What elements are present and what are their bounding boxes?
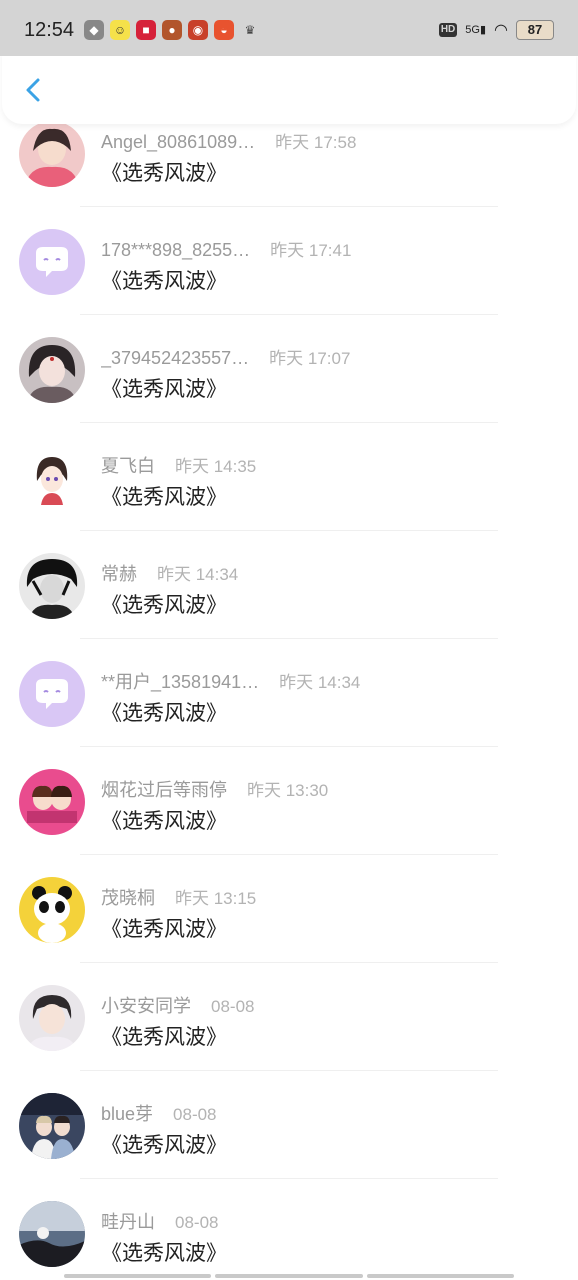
app-notification-icon: ■ xyxy=(136,20,156,40)
list-item[interactable]: 畦丹山 08-08 《选秀风波》 xyxy=(0,1180,578,1280)
comment-text: 《选秀风波》 xyxy=(101,1026,227,1049)
comment-text: 《选秀风波》 xyxy=(101,918,227,941)
avatar[interactable] xyxy=(19,229,85,295)
user-name[interactable]: 畦丹山 xyxy=(101,1208,155,1234)
comment-text: 《选秀风波》 xyxy=(101,270,227,293)
comment-time: 08-08 xyxy=(175,1213,219,1232)
wifi-icon: ◠ xyxy=(494,22,508,39)
home-indicator-segment xyxy=(64,1274,212,1278)
comment-text: 《选秀风波》 xyxy=(101,1134,227,1157)
home-indicator[interactable] xyxy=(64,1274,514,1278)
user-name[interactable]: 178***898_8255… xyxy=(101,240,250,261)
divider xyxy=(80,1070,498,1071)
user-name[interactable]: _379452423557… xyxy=(101,348,249,369)
user-name[interactable]: **用户_13581941… xyxy=(101,668,259,694)
user-name[interactable]: 夏飞白 xyxy=(101,452,155,478)
app-notification-icon: ◆ xyxy=(84,20,104,40)
avatar[interactable] xyxy=(19,124,85,187)
app-notification-icon: ☺ xyxy=(110,20,130,40)
comment-time: 昨天 14:35 xyxy=(175,457,257,476)
comment-text: 《选秀风波》 xyxy=(101,162,227,185)
comment-time: 昨天 13:30 xyxy=(247,781,329,800)
user-name[interactable]: 小安安同学 xyxy=(101,992,191,1018)
crown-icon: ♛ xyxy=(244,23,256,37)
app-notification-icon: ◒ xyxy=(214,20,234,40)
avatar[interactable] xyxy=(19,445,85,511)
list-item[interactable]: 178***898_8255… 昨天 17:41 《选秀风波》 xyxy=(0,208,578,316)
comment-text: 《选秀风波》 xyxy=(101,1242,227,1265)
list-item[interactable]: 小安安同学 08-08 《选秀风波》 xyxy=(0,964,578,1072)
list-item[interactable]: _379452423557… 昨天 17:07 《选秀风波》 xyxy=(0,316,578,424)
divider xyxy=(80,314,498,315)
divider xyxy=(80,530,498,531)
home-indicator-segment xyxy=(215,1274,363,1278)
list-item[interactable]: 常赫 昨天 14:34 《选秀风波》 xyxy=(0,532,578,640)
avatar[interactable] xyxy=(19,1093,85,1159)
back-button[interactable] xyxy=(20,76,48,104)
notification-icons: ◆ ☺ ■ ● ◉ ◒ ♛ xyxy=(84,20,260,40)
top-bar xyxy=(2,52,576,124)
comment-time: 08-08 xyxy=(211,997,255,1016)
comment-text: 《选秀风波》 xyxy=(101,810,227,833)
avatar[interactable] xyxy=(19,985,85,1051)
user-name[interactable]: Angel_80861089… xyxy=(101,132,255,153)
comment-time: 昨天 14:34 xyxy=(279,673,361,692)
divider xyxy=(80,206,498,207)
signal-icon: 5G▮ xyxy=(465,24,487,36)
battery-level: 87 xyxy=(527,22,543,37)
divider xyxy=(80,422,498,423)
hd-icon: HD xyxy=(438,23,458,37)
avatar[interactable] xyxy=(19,769,85,835)
user-name[interactable]: 烟花过后等雨停 xyxy=(101,776,227,802)
user-name[interactable]: 茂晓桐 xyxy=(101,884,155,910)
comment-time: 08-08 xyxy=(173,1105,217,1124)
comment-text: 《选秀风波》 xyxy=(101,378,227,401)
comment-text: 《选秀风波》 xyxy=(101,594,227,617)
user-name[interactable]: 常赫 xyxy=(101,560,137,586)
chevron-left-icon xyxy=(26,78,40,102)
divider xyxy=(80,746,498,747)
network-type: 5G xyxy=(465,24,480,36)
list-item[interactable]: 茂晓桐 昨天 13:15 《选秀风波》 xyxy=(0,856,578,964)
list-item[interactable]: 夏飞白 昨天 14:35 《选秀风波》 xyxy=(0,424,578,532)
avatar[interactable] xyxy=(19,661,85,727)
list-item[interactable]: 烟花过后等雨停 昨天 13:30 《选秀风波》 xyxy=(0,748,578,856)
battery-icon: 87 xyxy=(516,20,554,40)
comment-list[interactable]: Angel_80861089… 昨天 17:58 《选秀风波》 178***89… xyxy=(0,124,578,1280)
avatar[interactable] xyxy=(19,553,85,619)
avatar[interactable] xyxy=(19,877,85,943)
divider xyxy=(80,854,498,855)
list-item[interactable]: **用户_13581941… 昨天 14:34 《选秀风波》 xyxy=(0,640,578,748)
avatar[interactable] xyxy=(19,1201,85,1267)
comment-time: 昨天 17:41 xyxy=(270,241,352,260)
app-notification-icon: ● xyxy=(162,20,182,40)
status-bar: 12:54 ◆ ☺ ■ ● ◉ ◒ ♛ HD 5G▮ ◠ 87 xyxy=(0,0,578,56)
comment-text: 《选秀风波》 xyxy=(101,702,227,725)
divider xyxy=(80,638,498,639)
status-time: 12:54 xyxy=(24,19,75,41)
app-notification-icon: ◉ xyxy=(188,20,208,40)
comment-text: 《选秀风波》 xyxy=(101,486,227,509)
home-indicator-segment xyxy=(366,1274,514,1278)
divider xyxy=(80,1178,498,1179)
comment-time: 昨天 17:58 xyxy=(275,133,357,152)
list-item[interactable]: Angel_80861089… 昨天 17:58 《选秀风波》 xyxy=(0,124,578,208)
comment-time: 昨天 14:34 xyxy=(157,565,239,584)
avatar[interactable] xyxy=(19,337,85,403)
user-name[interactable]: blue芽 xyxy=(101,1100,153,1126)
divider xyxy=(80,962,498,963)
list-item[interactable]: blue芽 08-08 《选秀风波》 xyxy=(0,1072,578,1180)
comment-time: 昨天 17:07 xyxy=(269,349,351,368)
comment-time: 昨天 13:15 xyxy=(175,889,257,908)
